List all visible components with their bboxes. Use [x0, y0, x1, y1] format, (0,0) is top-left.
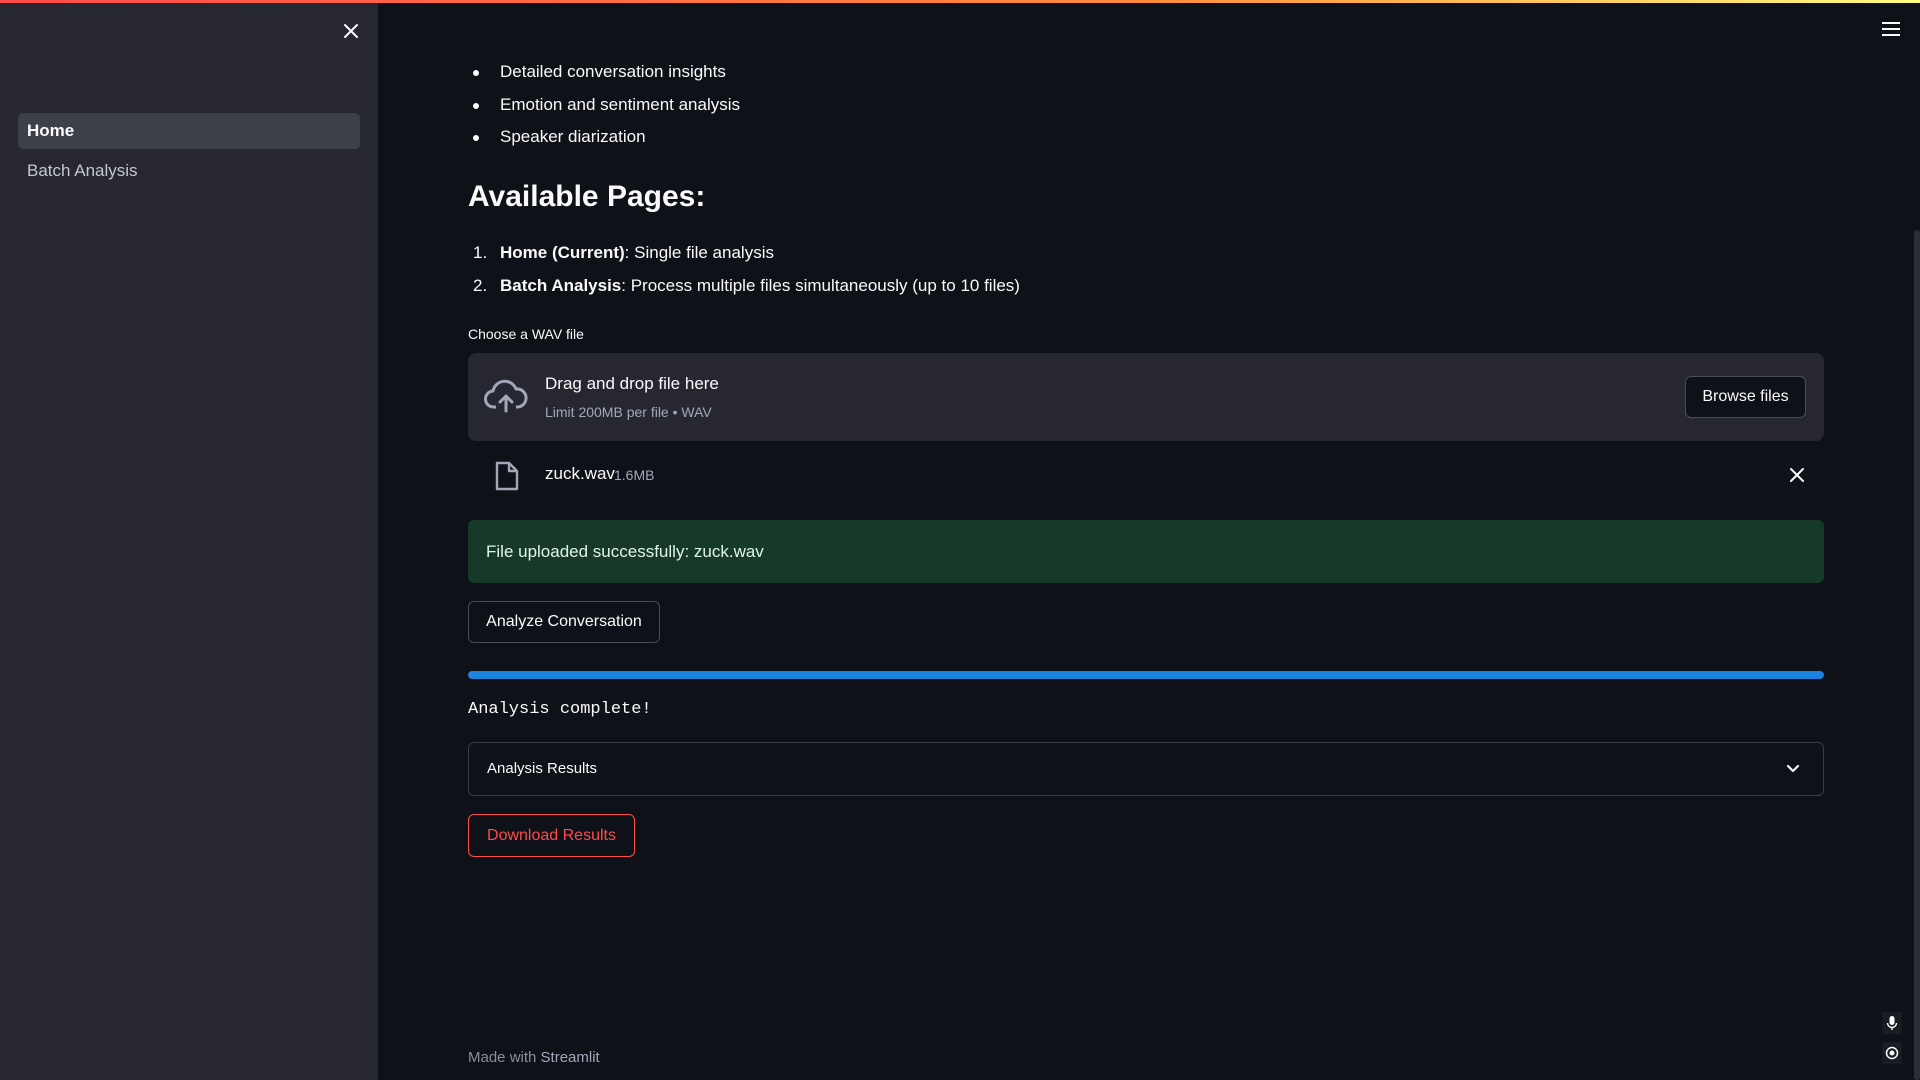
browse-files-button[interactable]: Browse files — [1685, 376, 1806, 418]
analysis-results-expander[interactable]: Analysis Results — [468, 742, 1824, 796]
top-decoration-bar — [0, 0, 1920, 3]
list-item: 2. Batch Analysis: Process multiple files… — [473, 276, 1020, 295]
analysis-status-text: Analysis complete! — [468, 700, 652, 719]
main-content: Detailed conversation insights Emotion a… — [378, 0, 1920, 1080]
close-icon — [1790, 468, 1804, 482]
list-item: Emotion and sentiment analysis — [468, 93, 740, 126]
available-pages-heading: Available Pages: — [468, 180, 706, 213]
expander-label: Analysis Results — [487, 760, 598, 777]
uploaded-file-name: zuck.wav — [545, 464, 615, 483]
close-sidebar-button[interactable] — [336, 16, 366, 46]
file-uploader-label: Choose a WAV file — [468, 326, 584, 342]
footer-streamlit-link[interactable]: Streamlit — [541, 1049, 600, 1066]
dropzone-limit: Limit 200MB per file • WAV — [545, 404, 712, 420]
uploaded-file-size: 1.6MB — [614, 467, 655, 483]
progress-bar — [468, 671, 1824, 679]
page-description: : Single file analysis — [624, 243, 774, 262]
dropzone-title: Drag and drop file here — [545, 374, 719, 393]
analyze-conversation-button[interactable]: Analyze Conversation — [468, 601, 660, 643]
record-button[interactable] — [1882, 1042, 1902, 1064]
chevron-down-icon — [1786, 764, 1800, 773]
sidebar: Home Batch Analysis — [0, 0, 378, 1080]
page-name: Batch Analysis — [500, 276, 622, 295]
feature-list: Detailed conversation insights Emotion a… — [468, 60, 740, 158]
file-icon — [495, 461, 519, 491]
page-description: : Process multiple files simultaneously … — [621, 276, 1020, 295]
list-item: 1. Home (Current): Single file analysis — [473, 243, 774, 262]
progress-fill — [468, 671, 1824, 679]
main-menu-button[interactable] — [1876, 14, 1906, 44]
uploaded-file-row: zuck.wav 1.6MB — [468, 455, 1824, 495]
file-dropzone[interactable]: Drag and drop file here Limit 200MB per … — [468, 353, 1824, 441]
success-alert: File uploaded successfully: zuck.wav — [468, 520, 1824, 583]
remove-file-button[interactable] — [1784, 462, 1810, 488]
cloud-upload-icon — [484, 379, 528, 413]
sidebar-nav: Home Batch Analysis — [18, 113, 360, 193]
sidebar-item-batch-analysis[interactable]: Batch Analysis — [18, 153, 360, 189]
hamburger-icon — [1882, 22, 1900, 36]
close-icon — [344, 24, 358, 38]
microphone-button[interactable] — [1882, 1012, 1902, 1034]
microphone-icon — [1886, 1016, 1898, 1030]
footer-prefix: Made with — [468, 1049, 541, 1066]
pages-list: 1. Home (Current): Single file analysis 2… — [468, 241, 1020, 307]
sidebar-item-home[interactable]: Home — [18, 113, 360, 149]
footer: Made with Streamlit — [468, 1049, 600, 1066]
download-results-button[interactable]: Download Results — [468, 814, 635, 857]
list-item: Detailed conversation insights — [468, 60, 740, 93]
record-icon — [1885, 1046, 1899, 1060]
floating-tools — [1882, 1012, 1902, 1072]
list-item: Speaker diarization — [468, 125, 740, 158]
page-name: Home (Current) — [500, 243, 625, 262]
scrollbar[interactable] — [1914, 230, 1920, 1080]
